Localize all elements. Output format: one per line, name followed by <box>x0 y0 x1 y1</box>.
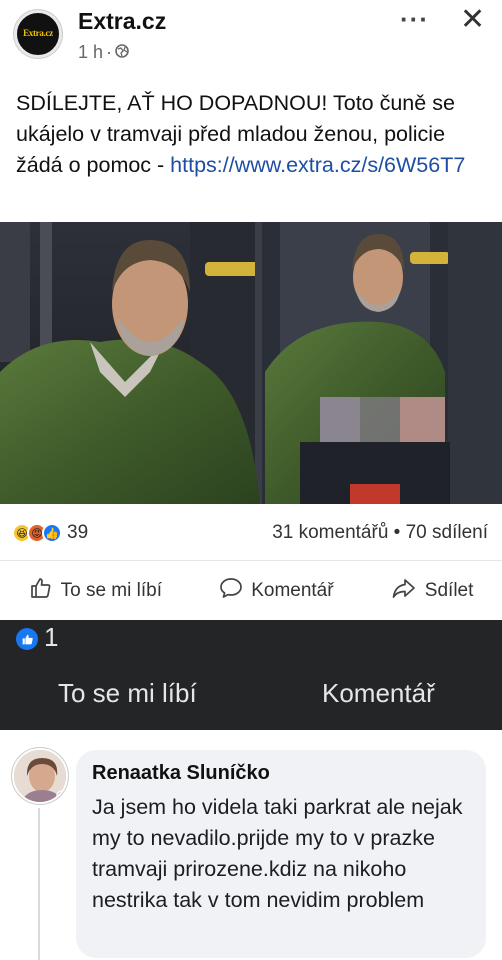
reaction-count: 39 <box>67 522 89 543</box>
page-name[interactable]: Extra.cz <box>78 8 166 35</box>
post-text: SDÍLEJTE, AŤ HO DOPADNOU! Toto čuně se u… <box>16 88 491 181</box>
overlay-like-count[interactable]: 1 <box>44 622 58 653</box>
commenter-avatar[interactable] <box>12 748 68 804</box>
overlay-like-button[interactable]: To se mi líbí <box>58 678 197 709</box>
share-label: Sdílet <box>424 579 474 601</box>
post-meta: 1 h · <box>78 42 129 63</box>
close-icon[interactable]: ✕ <box>460 2 485 37</box>
overlay-comment-button[interactable]: Komentář <box>322 678 435 709</box>
meta-separator: · <box>106 42 113 62</box>
like-badge-icon <box>16 628 38 650</box>
avatar-logo-text: Extra.cz <box>23 28 53 38</box>
thumbs-up-icon <box>29 576 53 606</box>
thread-line <box>38 808 40 960</box>
comment-bubble-icon <box>219 576 243 606</box>
like-icon: 👍 <box>42 523 62 543</box>
globe-icon <box>115 42 129 63</box>
action-bar: To se mi líbí Komentář Sdílet <box>0 560 502 620</box>
comment-button[interactable]: Komentář <box>219 576 334 606</box>
like-button[interactable]: To se mi líbí <box>29 576 162 606</box>
more-icon[interactable]: ··· <box>400 4 429 35</box>
share-button[interactable]: Sdílet <box>391 576 474 606</box>
overlay-reaction-bar <box>0 620 502 730</box>
comment-label: Komentář <box>251 579 334 601</box>
post-time[interactable]: 1 h <box>78 42 103 63</box>
comment-author[interactable]: Renaatka Sluníčko <box>92 762 270 785</box>
comment-text: Ja jsem ho videla taki parkrat ale nejak… <box>92 795 463 912</box>
post-link[interactable]: https://www.extra.cz/s/6W56T7 <box>170 153 465 177</box>
reactions-summary[interactable]: 😆 😡 👍 39 <box>12 522 88 544</box>
post-photo[interactable] <box>0 222 502 504</box>
share-arrow-icon <box>391 576 417 606</box>
comments-shares-count[interactable]: 31 komentářů • 70 sdílení <box>272 522 488 544</box>
page-avatar[interactable]: Extra.cz <box>14 10 62 58</box>
like-label: To se mi líbí <box>60 579 162 601</box>
